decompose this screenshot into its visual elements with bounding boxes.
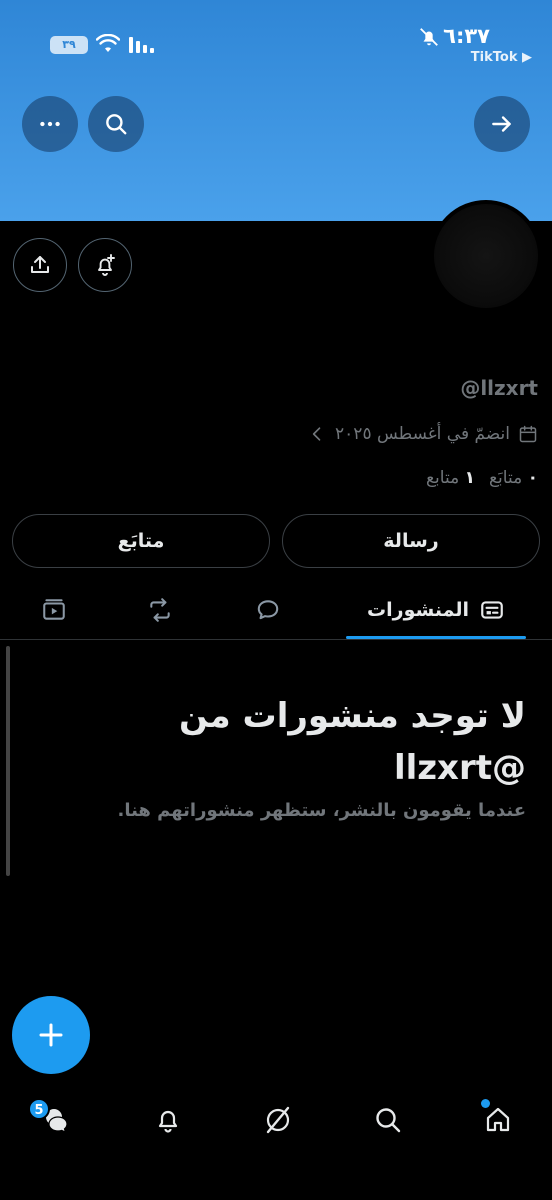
followers-stat[interactable]: ١ متابع bbox=[426, 468, 475, 488]
calendar-icon bbox=[519, 425, 537, 443]
search-icon bbox=[106, 114, 127, 135]
nav-search[interactable] bbox=[364, 1096, 412, 1144]
joined-date-text: انضمّ في أغسطس ٢٠٢٥ bbox=[335, 424, 510, 444]
repost-icon bbox=[150, 597, 170, 622]
profile-tabs: المنشورات bbox=[0, 580, 552, 640]
following-stat[interactable]: ٠ متابَع bbox=[489, 468, 538, 488]
search-button[interactable] bbox=[88, 96, 144, 152]
signal-icon bbox=[129, 37, 154, 53]
messages-badge: 5 bbox=[28, 1098, 50, 1120]
posts-icon bbox=[481, 600, 503, 619]
bell-plus-icon bbox=[98, 254, 115, 276]
bell-icon bbox=[158, 1110, 178, 1133]
follow-counts: ٠ متابَع ١ متابع bbox=[426, 468, 538, 488]
message-button[interactable]: رسالة bbox=[282, 514, 540, 568]
tab-posts-label: المنشورات bbox=[367, 598, 469, 621]
grok-icon bbox=[266, 1106, 290, 1134]
chevron-left-icon bbox=[312, 427, 321, 441]
avatar[interactable] bbox=[430, 200, 542, 312]
follow-button[interactable]: متابَع bbox=[12, 514, 270, 568]
more-options-button[interactable] bbox=[22, 96, 78, 152]
battery-indicator: ٣٩ bbox=[50, 36, 88, 54]
tab-replies[interactable] bbox=[240, 580, 296, 639]
home-icon bbox=[486, 1107, 510, 1132]
clock: ٦:٣٧ bbox=[443, 24, 490, 48]
compose-button[interactable] bbox=[12, 996, 90, 1074]
mute-bell-icon bbox=[420, 28, 438, 46]
scrollbar[interactable] bbox=[6, 646, 10, 876]
wifi-icon bbox=[96, 34, 120, 52]
arrow-right-icon bbox=[492, 116, 511, 132]
reply-bubble-icon bbox=[257, 599, 279, 619]
empty-state-subtitle: عندما يقومون بالنشر، ستظهر منشوراتهم هنا… bbox=[117, 800, 526, 821]
joined-date-row[interactable]: انضمّ في أغسطس ٢٠٢٥ bbox=[307, 424, 538, 444]
tab-media[interactable] bbox=[26, 580, 82, 639]
home-unread-dot bbox=[481, 1099, 490, 1108]
share-button[interactable] bbox=[13, 238, 67, 292]
notify-button[interactable] bbox=[78, 238, 132, 292]
back-button[interactable] bbox=[474, 96, 530, 152]
empty-state-title: لا توجد منشورات من @llzxrt bbox=[179, 696, 526, 788]
search-icon bbox=[376, 1108, 401, 1133]
bottom-nav bbox=[0, 1084, 552, 1154]
share-icon bbox=[31, 256, 49, 273]
nav-notifications[interactable] bbox=[144, 1096, 192, 1144]
more-icon bbox=[40, 121, 60, 127]
tab-posts[interactable]: المنشورات bbox=[346, 580, 526, 639]
video-icon bbox=[43, 598, 65, 620]
tab-reposts[interactable] bbox=[132, 580, 188, 639]
status-bar: ٣٩ ٦:٣٧ TikTok ▶ bbox=[0, 24, 552, 68]
profile-handle: @llzxrt bbox=[460, 376, 538, 400]
plus-icon bbox=[39, 1023, 63, 1047]
nav-grok[interactable] bbox=[254, 1096, 302, 1144]
back-to-app-link[interactable]: TikTok ▶ bbox=[471, 50, 532, 65]
